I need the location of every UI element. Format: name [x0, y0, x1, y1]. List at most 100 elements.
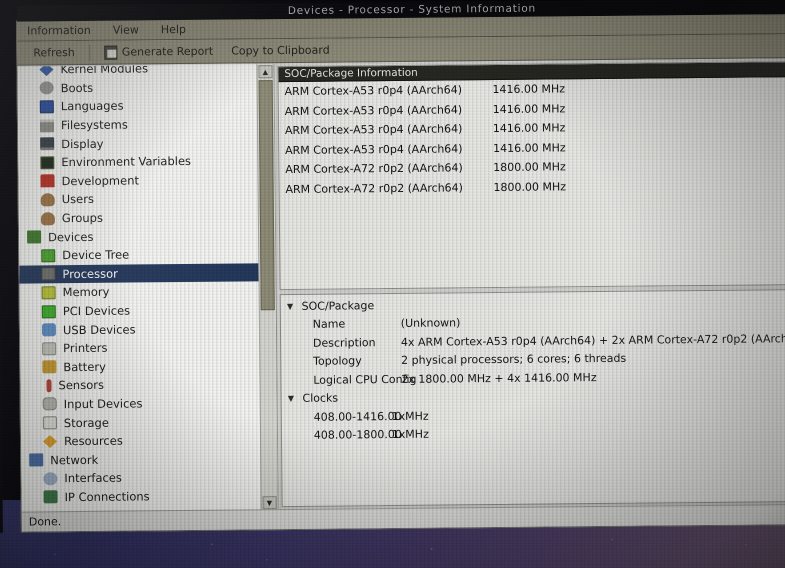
- sidebar-item-sensors[interactable]: Sensors: [20, 374, 265, 395]
- detail-key: Topology: [313, 354, 362, 369]
- sidebar-item-pci-devices[interactable]: PCI Devices: [20, 300, 265, 321]
- sidebar-item-label: Languages: [60, 99, 124, 114]
- sidebar-item-label: Sensors: [58, 378, 104, 393]
- detail-row-clock[interactable]: 408.00-1800.00 MHz 1x: [282, 422, 785, 446]
- window-body: Kernel Modules Boots Languages Filesyste…: [17, 59, 785, 513]
- sidebar-item-label: Interfaces: [64, 470, 122, 486]
- refresh-button[interactable]: Refresh: [25, 44, 83, 62]
- kernel-modules-icon: [39, 64, 53, 76]
- menu-item-view[interactable]: View: [109, 22, 143, 37]
- detail-tree: ▼ SOC/Package Name (Unknown) Description 4…: [279, 289, 785, 508]
- printers-icon: [42, 341, 57, 356]
- sidebar-item-label: Battery: [63, 359, 106, 374]
- sidebar-tree: Kernel Modules Boots Languages Filesyste…: [17, 64, 266, 507]
- sidebar-item-label: IP Connections: [64, 489, 150, 505]
- sidebar-item-label: Development: [61, 173, 140, 189]
- chevron-down-icon[interactable]: ▼: [285, 394, 296, 403]
- sidebar-item-label: Display: [61, 136, 104, 151]
- ip-connections-icon: [43, 490, 58, 504]
- window-title: Devices - Processor - System Information: [287, 2, 537, 17]
- cpu-frequency: 1416.00 MHz: [492, 121, 566, 136]
- system-information-window: Devices - Processor - System Information…: [15, 0, 785, 533]
- generate-report-label: Generate Report: [121, 44, 214, 59]
- copy-to-clipboard-button[interactable]: Copy to Clipboard: [223, 42, 338, 60]
- sidebar-item-resources[interactable]: Resources: [21, 430, 266, 451]
- sidebar-item-display[interactable]: Display: [18, 133, 263, 154]
- sidebar-item-label: Processor: [62, 266, 118, 281]
- memory-icon: [41, 286, 56, 300]
- pci-devices-icon: [41, 304, 56, 318]
- sidebar-item-printers[interactable]: Printers: [20, 337, 265, 358]
- sidebar-item-filesystems[interactable]: Filesystems: [18, 114, 263, 135]
- refresh-label: Refresh: [33, 46, 75, 60]
- cpu-name: ARM Cortex-A53 r0p4 (AArch64): [284, 103, 463, 118]
- menu-item-information[interactable]: Information: [23, 23, 95, 39]
- display-icon: [40, 137, 55, 151]
- processor-list-rows: ARM Cortex-A53 r0p4 (AArch64) 1416.00 MHz…: [278, 77, 785, 289]
- sidebar-item-users[interactable]: Users: [19, 188, 264, 209]
- processor-icon: [41, 267, 56, 281]
- sidebar-item-label: Filesystems: [60, 117, 128, 133]
- sidebar-item-interfaces[interactable]: Interfaces: [21, 467, 266, 488]
- scrollbar-thumb[interactable]: [258, 80, 275, 311]
- toolbar-separator: [88, 44, 90, 61]
- sidebar-item-input-devices[interactable]: Input Devices: [21, 393, 266, 414]
- sidebar-item-processor[interactable]: Processor: [19, 262, 265, 284]
- sidebar-item-label: Input Devices: [63, 396, 143, 412]
- sidebar-item-groups[interactable]: Groups: [19, 207, 264, 228]
- sidebar-item-label: Groups: [61, 210, 103, 226]
- clock-range: 408.00-1416.00 MHz: [313, 409, 429, 424]
- detail-key: Name: [312, 317, 346, 332]
- filesystems-icon: [39, 118, 55, 132]
- table-row[interactable]: ARM Cortex-A72 r0p2 (AArch64) 1800.00 MHz: [279, 175, 785, 200]
- sidebar-item-environment-variables[interactable]: Environment Variables: [18, 151, 263, 172]
- screen-photo: Devices - Processor - System Information…: [0, 0, 785, 568]
- sidebar-item-label: Kernel Modules: [60, 64, 149, 77]
- sidebar-item-label: Environment Variables: [61, 154, 192, 170]
- scroll-up-arrow-icon[interactable]: ▲: [258, 65, 273, 79]
- cpu-frequency: 1416.00 MHz: [492, 82, 566, 97]
- sidebar-item-battery[interactable]: Battery: [20, 356, 265, 377]
- generate-report-button[interactable]: Generate Report: [96, 42, 222, 61]
- detail-group-label: Clocks: [302, 391, 339, 406]
- sidebar-item-label: Memory: [62, 285, 110, 300]
- cpu-name: ARM Cortex-A72 r0p2 (AArch64): [285, 181, 463, 196]
- sidebar-item-languages[interactable]: Languages: [18, 95, 263, 116]
- sidebar-item-storage[interactable]: Storage: [21, 412, 266, 433]
- cpu-name: ARM Cortex-A53 r0p4 (AArch64): [285, 142, 463, 157]
- languages-icon: [39, 100, 54, 114]
- sidebar-item-ip-connections[interactable]: IP Connections: [21, 486, 266, 507]
- sidebar-scrollbar[interactable]: ▲ ▼: [256, 64, 278, 511]
- scroll-down-arrow-icon[interactable]: ▼: [262, 496, 277, 510]
- chevron-down-icon[interactable]: ▼: [285, 302, 296, 311]
- network-icon: [29, 453, 44, 467]
- sidebar-item-usb-devices[interactable]: USB Devices: [20, 319, 265, 340]
- sidebar-item-label: Device Tree: [62, 247, 130, 263]
- sidebar-item-label: Printers: [63, 340, 108, 356]
- sidebar-group-devices[interactable]: Devices: [19, 226, 264, 247]
- input-devices-icon: [42, 397, 57, 411]
- sidebar-group-network[interactable]: Network: [21, 449, 266, 470]
- detail-value: 4x ARM Cortex-A53 r0p4 (AArch64) + 2x AR…: [400, 331, 785, 349]
- sidebar-item-development[interactable]: Development: [18, 170, 263, 191]
- sidebar-item-label: PCI Devices: [62, 303, 131, 319]
- sensors-icon: [46, 379, 52, 393]
- screen-surface: Devices - Processor - System Information…: [0, 0, 785, 568]
- device-tree-icon: [41, 248, 56, 263]
- detail-key: Logical CPU Config: [313, 372, 417, 387]
- cpu-name: ARM Cortex-A72 r0p2 (AArch64): [285, 161, 463, 177]
- sidebar-item-label: Resources: [63, 433, 123, 449]
- detail-key: Description: [312, 335, 376, 350]
- storage-icon: [42, 416, 57, 430]
- detail-value: 2x 1800.00 MHz + 4x 1416.00 MHz: [401, 370, 597, 386]
- sidebar-item-label: Boots: [60, 80, 94, 96]
- sidebar-item-boots[interactable]: Boots: [18, 77, 263, 98]
- sidebar-item-device-tree[interactable]: Device Tree: [19, 244, 264, 265]
- cpu-frequency: 1416.00 MHz: [492, 102, 566, 116]
- content-pane: SOC/Package Information ARM Cortex-A53 r…: [274, 59, 785, 511]
- menu-item-help[interactable]: Help: [157, 22, 190, 37]
- devices-icon: [27, 230, 42, 244]
- sidebar-item-memory[interactable]: Memory: [20, 281, 265, 302]
- detail-group-label: SOC/Package: [301, 298, 375, 313]
- clock-count: 1x: [391, 428, 406, 442]
